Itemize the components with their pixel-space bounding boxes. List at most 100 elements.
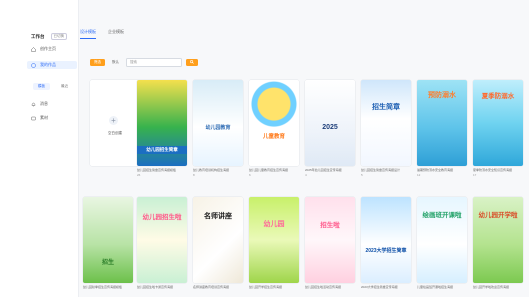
search-icon [190, 60, 194, 64]
card-caption: 暑期预防溺水安全教育海报 [417, 168, 454, 172]
template-thumbnail[interactable]: 幼儿园招生啦 [137, 197, 187, 283]
card-caption: 幼儿园招生简章宣传海报设计 [361, 168, 401, 172]
card-caption: 幼儿园招生啦活动宣传海报 [305, 285, 342, 289]
sidebar: 工作台 已切换 创作主页 我的作品 模板 最近 消息 素材 [0, 0, 79, 297]
thumb-title: 幼儿园开学啦 [478, 212, 518, 219]
thumb-title: 儿童教育 [262, 134, 285, 140]
template-thumbnail[interactable]: 招生简章 [361, 80, 411, 166]
template-thumbnail[interactable]: 绘画班开课啦 [417, 197, 467, 283]
sidebar-item-label: 消息 [40, 101, 48, 106]
sidebar-subtabs: 模板 最近 [33, 83, 73, 90]
sidebar-item-label: 创作主页 [40, 46, 56, 51]
thumb-title: 名师讲座 [204, 213, 232, 220]
template-card[interactable]: 预防溺水 暑期预防溺水安全教育海报 12 [417, 80, 467, 177]
template-card[interactable]: 幼儿园开学啦 幼儿园开学啦欢迎宣传海报 [473, 197, 523, 289]
template-thumbnail[interactable]: 幼儿园教育 [193, 80, 243, 166]
thumb-title: 招生啦 [320, 222, 340, 229]
sort-chip[interactable]: 默认 [109, 59, 122, 66]
card-meta: 6 [249, 173, 251, 177]
template-card[interactable]: 招生简章 幼儿园招生简章宣传海报设计 5 [361, 80, 411, 177]
home-icon [31, 46, 36, 52]
thumb-title: 幼儿园招生啦 [142, 214, 182, 221]
sidebar-item-assets[interactable]: 素材 [27, 114, 77, 122]
template-thumbnail[interactable]: 儿童教育 [249, 80, 299, 166]
tab-design-templates[interactable]: 设计模板 [80, 29, 96, 39]
thumb-title: 夏季防溺水 [481, 93, 515, 100]
card-meta: 17 [473, 173, 477, 177]
card-caption: 幼儿园招生简章宣传海报模板 [137, 168, 177, 172]
template-card[interactable]: 2025 2025年幼儿园招生宣传海报 4 [305, 80, 355, 177]
template-thumbnail[interactable]: 招生 [83, 197, 133, 283]
card-meta: 26 [137, 173, 141, 177]
card-meta: 8 [193, 173, 195, 177]
template-thumbnail[interactable]: 2023大学招生简章 [361, 197, 411, 283]
card-caption: 夏季防溺水安全知识宣传海报 [473, 168, 513, 172]
bell-icon [31, 102, 36, 107]
template-thumbnail[interactable]: 2025 [305, 80, 355, 166]
new-blank-card[interactable]: + 空白创建 [90, 80, 140, 166]
tab-enterprise-templates[interactable]: 企业模板 [108, 29, 124, 39]
plus-icon: + [109, 116, 118, 125]
filter-button[interactable]: 筛选 [90, 59, 105, 66]
app-frame: 工作台 已切换 创作主页 我的作品 模板 最近 消息 素材 设计模板 企业模板 … [0, 0, 529, 297]
card-caption: 幼儿园儿童教育招生宣传海报 [249, 168, 289, 172]
toolbar: 筛选 默认 搜索 [90, 58, 198, 67]
card-meta: 5 [361, 173, 363, 177]
template-thumbnail[interactable]: 幼儿园招生简章 [137, 80, 187, 166]
search-input[interactable]: 搜索 [126, 58, 182, 67]
template-card[interactable]: 招生 幼儿园秋季招生宣传海报模板 [83, 197, 133, 289]
template-card[interactable]: 夏季防溺水 夏季防溺水安全知识宣传海报 17 [473, 80, 523, 177]
thumb-title: 招生简章 [372, 104, 400, 111]
workspace-switch-tag[interactable]: 已切换 [50, 33, 67, 40]
card-caption: 幼儿园开学招生宣传海报 [249, 285, 283, 289]
thumb-title: 预防溺水 [428, 92, 456, 99]
search-button[interactable] [186, 59, 198, 66]
card-caption: 幼儿园招生啦卡通宣传海报 [137, 285, 174, 289]
card-caption: 2025年幼儿园招生宣传海报 [305, 168, 342, 172]
thumb-title: 招生 [101, 260, 114, 266]
template-thumbnail[interactable]: 名师讲座 [193, 197, 243, 283]
sidebar-item-my-works[interactable]: 我的作品 [27, 61, 77, 69]
main-tabs: 设计模板 企业模板 [80, 29, 124, 39]
template-card[interactable]: 幼儿园教育 幼儿教育培训机构招生海报 8 [193, 80, 243, 177]
card-caption: 名师讲座教育培训宣传海报 [193, 285, 230, 289]
card-meta: 4 [305, 173, 307, 177]
template-thumbnail[interactable]: 幼儿园 [249, 197, 299, 283]
new-blank-label: 空白创建 [108, 131, 122, 135]
template-thumbnail[interactable]: 招生啦 [305, 197, 355, 283]
card-caption: 儿童绘画班开课啦招生海报 [417, 285, 454, 289]
template-card[interactable]: 2023大学招生简章 2023大学招生简章宣传海报 [361, 197, 411, 289]
card-caption: 2023大学招生简章宣传海报 [361, 285, 398, 289]
template-card[interactable]: 绘画班开课啦 儿童绘画班开课啦招生海报 [417, 197, 467, 289]
thumb-title: 幼儿园 [263, 221, 285, 228]
card-caption: 幼儿园开学啦欢迎宣传海报 [473, 285, 510, 289]
template-thumbnail[interactable]: 幼儿园开学啦 [473, 197, 523, 283]
template-card[interactable]: 儿童教育 幼儿园儿童教育招生宣传海报 6 [249, 80, 299, 177]
card-meta: 12 [417, 173, 421, 177]
thumb-title: 幼儿园教育 [205, 125, 231, 131]
template-card[interactable]: 幼儿园 幼儿园开学招生宣传海报 [249, 197, 299, 289]
template-card[interactable]: 幼儿园招生简章 幼儿园招生简章宣传海报模板 26 [137, 80, 187, 177]
card-caption: 幼儿教育培训机构招生海报 [193, 168, 230, 172]
folder-icon [31, 116, 36, 121]
workspace-header: 工作台 已切换 [31, 33, 67, 40]
sidebar-item-label: 素材 [40, 115, 48, 120]
sidebar-item-label: 我的作品 [40, 62, 56, 67]
main-content: 设计模板 企业模板 筛选 默认 搜索 + 空白创建 幼儿园招生简章 幼儿园招生简… [80, 0, 529, 297]
thumb-title: 2025 [322, 124, 338, 131]
template-thumbnail[interactable]: 预防溺水 [417, 80, 467, 166]
sidebar-item-home[interactable]: 创作主页 [27, 45, 77, 53]
thumb-title: 绘画班开课啦 [422, 212, 462, 219]
template-thumbnail[interactable]: 夏季防溺水 [473, 80, 523, 166]
thumb-title: 幼儿园招生简章 [137, 146, 187, 154]
card-caption: 幼儿园秋季招生宣传海报模板 [83, 285, 123, 289]
workspace-title: 工作台 [31, 33, 45, 39]
template-card[interactable]: 招生啦 幼儿园招生啦活动宣传海报 [305, 197, 355, 289]
subtab-recent[interactable]: 最近 [56, 83, 73, 90]
sidebar-item-messages[interactable]: 消息 [27, 100, 77, 108]
template-card[interactable]: 幼儿园招生啦 幼儿园招生啦卡通宣传海报 [137, 197, 187, 289]
template-card[interactable]: 名师讲座 名师讲座教育培训宣传海报 [193, 197, 243, 289]
thumb-title: 2023大学招生简章 [365, 248, 407, 254]
layers-icon [31, 62, 36, 68]
subtab-template[interactable]: 模板 [33, 83, 50, 90]
